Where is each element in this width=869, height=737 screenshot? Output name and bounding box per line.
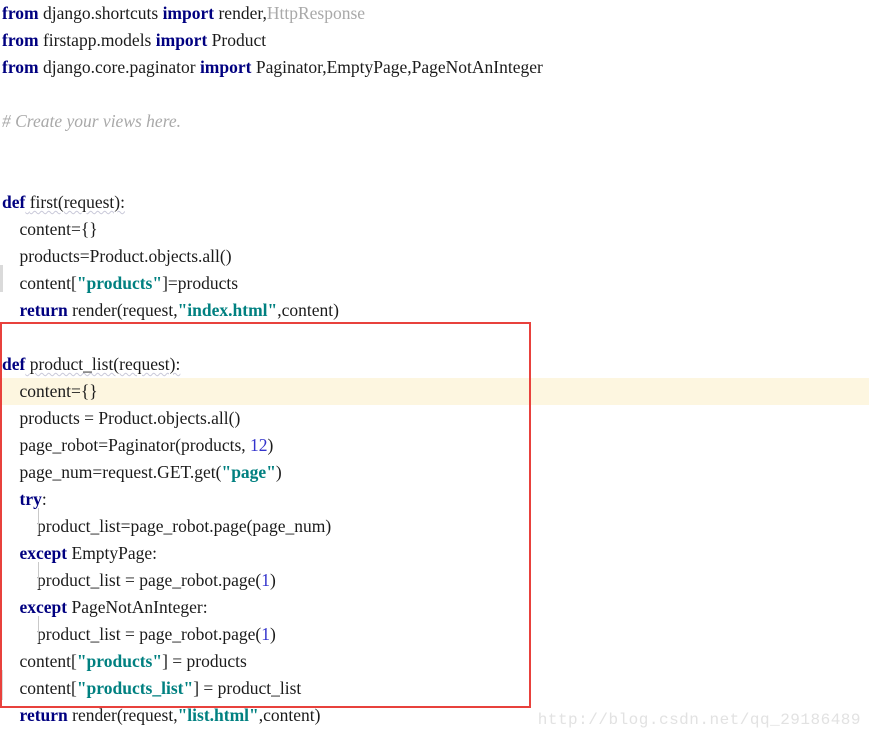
code-line[interactable]: content["products"]=products: [0, 270, 869, 297]
code-line[interactable]: def product_list(request):: [0, 351, 869, 378]
code-token: "list.html": [177, 705, 259, 725]
code-token: ,content): [277, 300, 339, 320]
code-token: 12: [250, 435, 268, 455]
code-token: import: [155, 30, 208, 50]
code-token: product_list = page_robot.page(: [2, 570, 262, 590]
code-line[interactable]: content={}: [0, 216, 869, 243]
indent-guide: [38, 616, 39, 643]
code-line[interactable]: product_list = page_robot.page(1): [0, 621, 869, 648]
code-line[interactable]: from django.shortcuts import render,Http…: [0, 0, 869, 27]
code-token: EmptyPage:: [71, 543, 158, 563]
code-token: render(request,: [72, 705, 178, 725]
code-token: try: [19, 489, 42, 509]
code-line[interactable]: products = Product.objects.all(): [0, 405, 869, 432]
code-line[interactable]: product_list=page_robot.page(page_num): [0, 513, 869, 540]
code-line[interactable]: [0, 324, 869, 351]
code-token: render,: [218, 3, 267, 23]
code-token: import: [199, 57, 252, 77]
code-line[interactable]: from firstapp.models import Product: [0, 27, 869, 54]
code-line[interactable]: try:: [0, 486, 869, 513]
code-line[interactable]: [0, 81, 869, 108]
code-token: content[: [2, 273, 77, 293]
code-token: import: [162, 3, 215, 23]
code-token: Paginator,EmptyPage,PageNotAnInteger: [255, 57, 543, 77]
code-token: django.core.paginator: [42, 57, 196, 77]
code-token: "products": [76, 273, 163, 293]
code-line[interactable]: except EmptyPage:: [0, 540, 869, 567]
gutter-change-marker[interactable]: [0, 670, 3, 700]
code-token: def: [2, 192, 26, 212]
code-token: product_list=page_robot.page(page_num): [2, 516, 332, 536]
code-token: HttpResponse: [266, 3, 366, 23]
watermark-url: http://blog.csdn.net/qq_29186489: [537, 711, 861, 729]
code-token: from: [2, 30, 39, 50]
code-token: # Create your views here.: [2, 111, 182, 131]
code-token: page_robot=Paginator(products,: [2, 435, 251, 455]
code-token: products=Product.objects.all(): [2, 246, 232, 266]
code-line[interactable]: products=Product.objects.all(): [0, 243, 869, 270]
code-line[interactable]: content["products"] = products: [0, 648, 869, 675]
code-token: PageNotAnInteger:: [71, 597, 208, 617]
code-token: content[: [2, 678, 77, 698]
code-token: django.shortcuts: [42, 3, 159, 23]
code-token: product_list(request):: [29, 354, 181, 374]
code-token: ): [267, 435, 274, 455]
code-token: ): [269, 624, 276, 644]
code-token: ): [275, 462, 282, 482]
code-token: content={}: [2, 381, 98, 401]
code-line[interactable]: [0, 162, 869, 189]
gutter-change-marker[interactable]: [0, 265, 3, 292]
code-line[interactable]: content={}: [0, 378, 869, 405]
code-token: "products_list": [76, 678, 194, 698]
code-token: 1: [261, 624, 270, 644]
code-line[interactable]: # Create your views here.: [0, 108, 869, 135]
code-line-list[interactable]: from django.shortcuts import render,Http…: [0, 0, 869, 729]
code-line[interactable]: except PageNotAnInteger:: [0, 594, 869, 621]
code-token: ): [269, 570, 276, 590]
code-token: def: [2, 354, 26, 374]
code-token: content[: [2, 651, 77, 671]
code-token: firstapp.models: [42, 30, 152, 50]
code-line[interactable]: [0, 135, 869, 162]
code-token: from: [2, 3, 39, 23]
code-token: from: [2, 57, 39, 77]
code-token: except: [19, 597, 68, 617]
code-line[interactable]: product_list = page_robot.page(1): [0, 567, 869, 594]
code-token: "page": [221, 462, 276, 482]
code-line[interactable]: return render(request,"index.html",conte…: [0, 297, 869, 324]
code-token: 1: [261, 570, 270, 590]
code-token: return: [19, 300, 68, 320]
code-token: product_list = page_robot.page(: [2, 624, 262, 644]
code-token: ] = products: [162, 651, 247, 671]
code-token: Product: [211, 30, 267, 50]
code-token: render(request,: [72, 300, 178, 320]
code-token: first(request):: [29, 192, 125, 212]
code-token: "index.html": [177, 300, 278, 320]
code-line[interactable]: content["products_list"] = product_list: [0, 675, 869, 702]
code-token: ]=products: [162, 273, 239, 293]
code-token: ] = product_list: [193, 678, 302, 698]
indent-guide: [38, 508, 39, 535]
code-line[interactable]: def first(request):: [0, 189, 869, 216]
code-token: ,content): [258, 705, 321, 725]
code-token: "products": [76, 651, 163, 671]
code-token: content={}: [2, 219, 98, 239]
code-token: except: [19, 543, 68, 563]
code-editor-surface[interactable]: from django.shortcuts import render,Http…: [0, 0, 869, 737]
code-line[interactable]: from django.core.paginator import Pagina…: [0, 54, 869, 81]
indent-guide: [38, 562, 39, 589]
code-token: page_num=request.GET.get(: [2, 462, 222, 482]
code-token: return: [19, 705, 68, 725]
code-token: :: [41, 489, 47, 509]
code-line[interactable]: page_robot=Paginator(products, 12): [0, 432, 869, 459]
code-token: products = Product.objects.all(): [2, 408, 241, 428]
code-line[interactable]: page_num=request.GET.get("page"): [0, 459, 869, 486]
